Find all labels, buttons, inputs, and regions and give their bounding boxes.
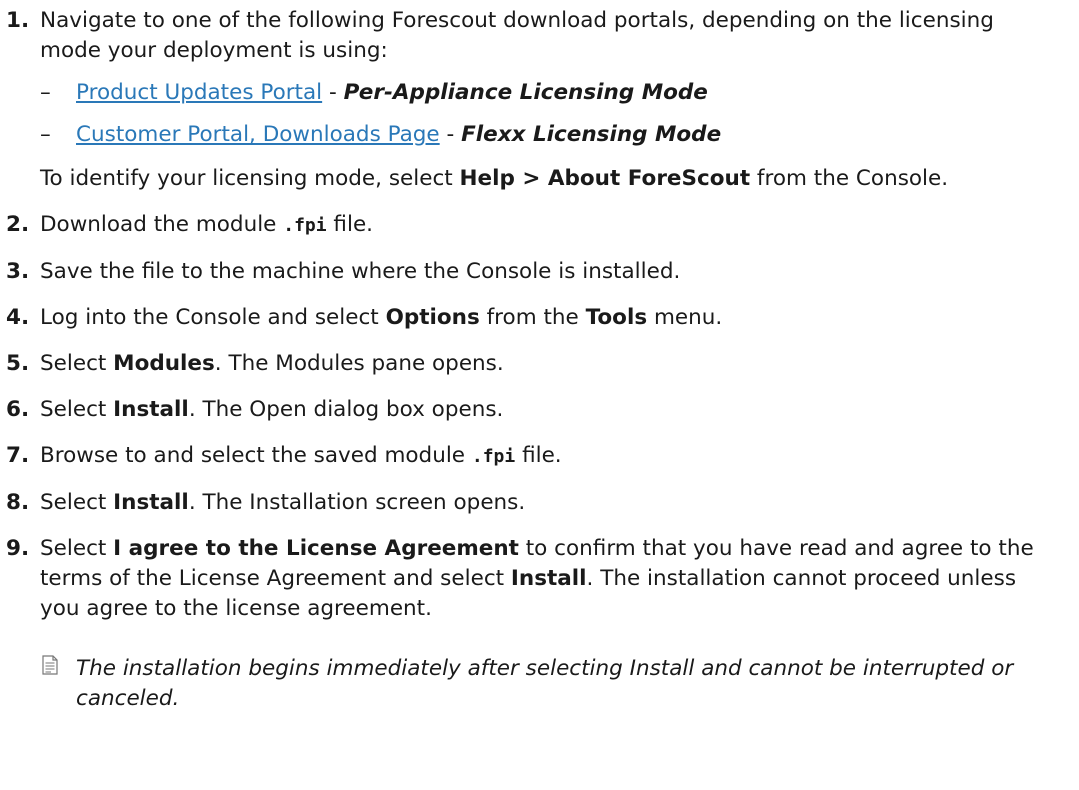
step-8: 8. Select Install. The Installation scre… bbox=[6, 488, 1049, 518]
install-label: Install bbox=[510, 566, 587, 591]
dash-bullet: – bbox=[40, 80, 51, 105]
separator: - bbox=[439, 122, 462, 147]
dash-bullet: – bbox=[40, 122, 51, 147]
help-about-menu-path: Help > About ForeScout bbox=[459, 166, 751, 191]
step-text: . The Modules pane opens. bbox=[214, 351, 504, 376]
licensing-mode-label: Per-Appliance Licensing Mode bbox=[343, 80, 708, 105]
step-text: file. bbox=[515, 443, 562, 468]
note-text: The installation begins immediately afte… bbox=[76, 656, 1014, 711]
step-text: Select bbox=[40, 490, 114, 515]
step-text: Select bbox=[40, 536, 114, 561]
procedure-page: 1. Navigate to one of the following Fore… bbox=[0, 0, 1079, 790]
step-1: 1. Navigate to one of the following Fore… bbox=[6, 6, 1049, 66]
step-5: 5. Select Modules. The Modules pane open… bbox=[6, 349, 1049, 379]
step-2: 2. Download the module .fpi file. bbox=[6, 210, 1049, 241]
step-text: . The Installation screen opens. bbox=[188, 490, 526, 515]
modules-label: Modules bbox=[113, 351, 215, 376]
hint-text: To identify your licensing mode, select bbox=[40, 166, 460, 191]
step-4: 4. Log into the Console and select Optio… bbox=[6, 303, 1049, 333]
hint-text: from the Console. bbox=[750, 166, 949, 191]
step-3: 3. Save the file to the machine where th… bbox=[6, 257, 1049, 287]
step-text: Select bbox=[40, 351, 114, 376]
step-9: 9. Select I agree to the License Agreeme… bbox=[6, 534, 1049, 624]
installation-note: The installation begins immediately afte… bbox=[6, 654, 1049, 714]
step-7: 7. Browse to and select the saved module… bbox=[6, 441, 1049, 472]
step-number: 7. bbox=[6, 443, 30, 468]
options-label: Options bbox=[385, 305, 480, 330]
portal-item-customer-portal: – Customer Portal, Downloads Page - Flex… bbox=[6, 120, 1049, 150]
step-text: menu. bbox=[647, 305, 723, 330]
file-extension: .fpi bbox=[471, 446, 516, 467]
step-number: 2. bbox=[6, 212, 30, 237]
install-label: Install bbox=[113, 397, 189, 422]
portal-item-product-updates: – Product Updates Portal - Per-Appliance… bbox=[6, 78, 1049, 108]
step-text: from the bbox=[479, 305, 586, 330]
step-text: Browse to and select the saved module bbox=[40, 443, 472, 468]
product-updates-portal-link[interactable]: Product Updates Portal bbox=[76, 80, 322, 105]
customer-portal-downloads-link[interactable]: Customer Portal, Downloads Page bbox=[76, 122, 440, 147]
tools-label: Tools bbox=[585, 305, 648, 330]
note-icon bbox=[42, 655, 58, 675]
file-extension: .fpi bbox=[283, 215, 327, 236]
step-text: Navigate to one of the following Foresco… bbox=[40, 8, 994, 63]
licensing-mode-label: Flexx Licensing Mode bbox=[461, 122, 722, 147]
step-6: 6. Select Install. The Open dialog box o… bbox=[6, 395, 1049, 425]
separator: - bbox=[322, 80, 344, 105]
step-text: Log into the Console and select bbox=[40, 305, 386, 330]
step-text: Download the module bbox=[40, 212, 284, 237]
step-number: 9. bbox=[6, 536, 30, 561]
install-label: Install bbox=[113, 490, 189, 515]
step-text: . The Open dialog box opens. bbox=[188, 397, 504, 422]
license-agreement-label: I agree to the License Agreement bbox=[113, 536, 519, 561]
step-text: file. bbox=[326, 212, 374, 237]
step-text: Save the file to the machine where the C… bbox=[40, 259, 681, 284]
step-number: 4. bbox=[6, 305, 30, 330]
licensing-mode-hint: To identify your licensing mode, select … bbox=[6, 164, 1049, 194]
step-number: 6. bbox=[6, 397, 30, 422]
step-text: Select bbox=[40, 397, 114, 422]
step-number: 1. bbox=[6, 8, 30, 33]
step-number: 8. bbox=[6, 490, 30, 515]
step-number: 5. bbox=[6, 351, 30, 376]
step-number: 3. bbox=[6, 259, 30, 284]
